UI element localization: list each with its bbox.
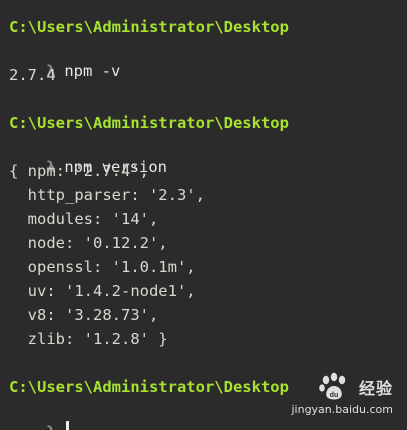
text-cursor[interactable] — [66, 421, 70, 430]
svg-text:du: du — [330, 392, 339, 399]
prompt-path-2: C:\Users\Administrator\Desktop — [9, 114, 289, 132]
command-text: npm -v — [64, 62, 121, 80]
output-line: 2.7.4 — [9, 66, 56, 84]
watermark-url: jingyan.baidu.com — [291, 403, 393, 416]
output-line: http_parser: '2.3', — [9, 186, 205, 204]
terminal-window[interactable]: C:\Users\Administrator\Desktop λ npm -v 2… — [0, 0, 407, 430]
output-line: v8: '3.28.73', — [9, 306, 159, 324]
output-line: { npm: '2.7.4', — [9, 162, 149, 180]
output-line: openssl: '1.0.1m', — [9, 258, 196, 276]
prompt-path-1: C:\Users\Administrator\Desktop — [9, 18, 289, 36]
command-line-1: λ npm -v — [9, 41, 120, 80]
prompt-symbol: λ — [46, 422, 64, 430]
watermark: du 经验 jingyan.baidu.com — [291, 372, 393, 416]
prompt-path-3: C:\Users\Administrator\Desktop — [9, 378, 289, 396]
output-line: uv: '1.4.2-node1', — [9, 282, 196, 300]
watermark-brand: 经验 — [358, 379, 393, 398]
output-line: node: '0.12.2', — [9, 234, 168, 252]
output-line: modules: '14', — [9, 210, 159, 228]
baidu-paw-icon: du — [319, 372, 346, 400]
active-input-line[interactable]: λ — [9, 401, 70, 430]
command-line-2: λ npm version — [9, 137, 167, 176]
output-line: zlib: '1.2.8' } — [9, 330, 168, 348]
